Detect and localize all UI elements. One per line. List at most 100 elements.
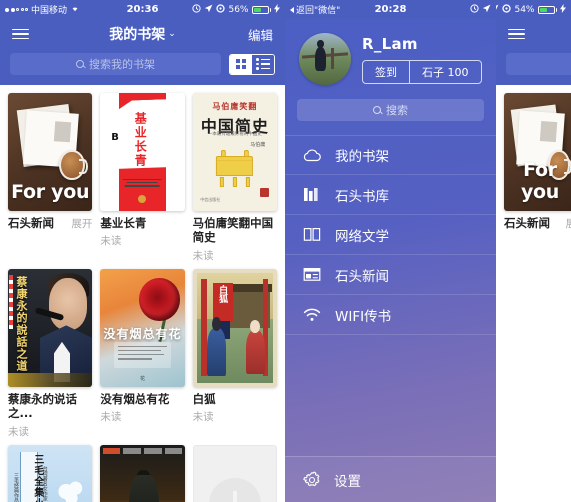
search-placeholder: 搜索我的书架 — [89, 58, 155, 71]
expand-button[interactable]: 展开 — [71, 216, 92, 231]
for-you-label: For you — [520, 158, 560, 203]
cover-mark: B — [111, 131, 119, 143]
cover-title: 基业长青 — [133, 111, 148, 168]
library-books-icon — [303, 186, 321, 204]
rose-illustration — [139, 278, 180, 321]
profile-header[interactable]: R_Lam 签到 石子 100 — [285, 19, 496, 95]
plus-icon[interactable] — [208, 477, 261, 502]
location-arrow-icon — [482, 4, 491, 16]
search-placeholder: 搜索 — [386, 104, 408, 117]
battery-percent-label: 54% — [514, 4, 535, 15]
seal-stamp — [260, 187, 270, 197]
cover-title: 没有烟总有花 — [103, 327, 182, 342]
chevron-down-icon: ⌄ — [168, 29, 176, 39]
book-meta: 蔡康永的说话之... 未读 — [8, 387, 92, 439]
book-title: 石头新闻 — [504, 216, 550, 230]
signal-dots-icon — [5, 7, 28, 12]
sidebar-item-label: 我的书架 — [335, 149, 389, 165]
book-cover-news[interactable]: For you — [8, 93, 93, 211]
add-book-tile[interactable] — [192, 444, 277, 502]
left-phone-panel: 中国移动 20:36 56% 我的书架 ⌄ 编辑 搜索我的书架 For you … — [0, 0, 285, 502]
list-view-icon[interactable] — [252, 54, 274, 74]
search-input[interactable]: 搜索我的书架 — [10, 53, 221, 75]
status-bar-right: 54% — [496, 3, 566, 16]
book-item[interactable]: 马伯庸笑翻 中国简史 一本最有趣最好看的中国史 马伯庸 中信出版社 马伯庸笑翻中… — [192, 93, 277, 263]
view-toggle[interactable] — [229, 53, 275, 75]
back-to-wechat-button[interactable]: 返回"微信" — [290, 3, 340, 16]
hamburger-menu-icon[interactable] — [12, 28, 29, 40]
book-cover-zhongguo[interactable]: 马伯庸笑翻 中国简史 一本最有趣最好看的中国史 马伯庸 中信出版社 — [192, 93, 277, 211]
book-item[interactable]: 白狐 白狐 未读 — [192, 268, 277, 439]
coffee-cup-icon — [59, 149, 88, 181]
avatar[interactable] — [299, 33, 351, 85]
bookshelf-grid: For you 石头新闻 展开 B 基业长青 基业长青 未读 马伯庸笑翻 中国简… — [0, 85, 285, 502]
book-cover-cai[interactable]: 蔡康永的說話之道 — [8, 268, 93, 387]
right-navbar — [496, 19, 571, 49]
edit-button[interactable]: 编辑 — [248, 25, 273, 44]
book-title: 马伯庸笑翻中国简史 — [192, 216, 274, 245]
sidebar-item-news[interactable]: 石头新闻 — [285, 255, 496, 295]
right-status-bar: 54% — [496, 0, 571, 19]
book-item[interactable]: 战争 — [100, 444, 185, 502]
book-item-add[interactable] — [192, 444, 277, 502]
sidebar-item-wifi-transfer[interactable]: WIFI传书 — [285, 295, 496, 335]
search-icon — [76, 60, 84, 68]
bolt-icon — [274, 3, 280, 16]
page-title: 我的书架 ⌄ — [0, 24, 285, 44]
book-item[interactable]: 没有烟总有花 花 没有烟总有花 未读 — [100, 268, 185, 439]
book-item[interactable]: 三毛全集小说 三毛经典作品集 台湾著名女作家 — [8, 444, 93, 502]
book-cover-sanmao[interactable]: 三毛全集小说 三毛经典作品集 台湾著名女作家 — [8, 444, 93, 502]
left-status-bar: 中国移动 20:36 56% — [0, 0, 285, 19]
book-meta: 基业长青 未读 — [100, 211, 184, 248]
alarm-icon — [470, 3, 479, 16]
sidebar-item-settings[interactable]: 设置 — [285, 456, 496, 502]
book-item[interactable]: For you 石头新闻 展开 — [8, 93, 93, 263]
book-cover-soldier[interactable]: 战争 — [100, 444, 185, 502]
book-title: 石头新闻 — [8, 216, 54, 230]
cover-title: 蔡康永的說話之道 — [15, 275, 29, 372]
sidebar-item-my-bookshelf[interactable]: 我的书架 — [285, 135, 496, 175]
status-bar-right: 56% — [192, 3, 280, 16]
search-input[interactable] — [506, 53, 571, 75]
rotation-lock-icon — [502, 3, 512, 16]
book-cover-jiye[interactable]: B 基业长青 — [100, 93, 185, 211]
points-button[interactable]: 石子 100 — [409, 60, 481, 83]
alarm-icon — [192, 3, 202, 16]
hamburger-menu-icon[interactable] — [508, 28, 525, 40]
profile-details: R_Lam 签到 石子 100 — [362, 35, 482, 84]
mid-phone-panel: 返回"微信" 20:28 R_Lam 签到 石子 100 搜索 我的书架 石头书… — [285, 0, 496, 502]
sidebar-item-label: WIFI传书 — [335, 308, 392, 325]
book-meta: 石头新闻 展开 — [8, 211, 92, 231]
book-item[interactable]: 蔡康永的說話之道 蔡康永的说话之... 未读 — [8, 268, 93, 439]
profile-buttons: 签到 石子 100 — [362, 59, 482, 84]
location-arrow-icon — [204, 4, 213, 16]
carrier-label: 中国移动 — [31, 6, 68, 16]
book-meta: 没有烟总有花 未读 — [100, 387, 184, 424]
back-label: 返回"微信" — [296, 6, 341, 16]
side-drawer: R_Lam 签到 石子 100 搜索 我的书架 石头书库 网络文学 石头新闻 W… — [285, 19, 496, 502]
book-meta: 石头新闻 展 — [504, 211, 571, 231]
book-item[interactable]: B 基业长青 基业长青 未读 — [100, 93, 185, 263]
sidebar-item-book-library[interactable]: 石头书库 — [285, 175, 496, 215]
battery-percent-label: 56% — [228, 4, 249, 15]
cloud-icon — [303, 146, 321, 164]
expand-button[interactable]: 展 — [566, 216, 571, 231]
book-cover-rose[interactable]: 没有烟总有花 花 — [100, 268, 185, 387]
page-title-label: 我的书架 — [109, 27, 166, 43]
book-meta: 马伯庸笑翻中国简史 未读 — [193, 211, 277, 263]
book-meta: 白狐 未读 — [193, 387, 277, 424]
settings-label: 设置 — [334, 473, 361, 490]
sidebar-item-label: 石头书库 — [335, 188, 389, 205]
book-cover-news[interactable]: For you — [504, 93, 571, 211]
checkin-button[interactable]: 签到 — [363, 61, 409, 83]
left-search-row: 搜索我的书架 — [0, 49, 285, 85]
book-status: 未读 — [100, 411, 122, 424]
grid-view-icon[interactable] — [230, 54, 252, 74]
drawer-search-input[interactable]: 搜索 — [297, 99, 484, 121]
sidebar-item-web-literature[interactable]: 网络文学 — [285, 215, 496, 255]
book-cover-baihu[interactable]: 白狐 — [192, 268, 277, 387]
right-search-row — [496, 49, 571, 85]
rotation-lock-icon — [216, 3, 226, 16]
book-title: 蔡康永的说话之... — [8, 391, 77, 421]
for-you-label: For you — [11, 180, 90, 203]
